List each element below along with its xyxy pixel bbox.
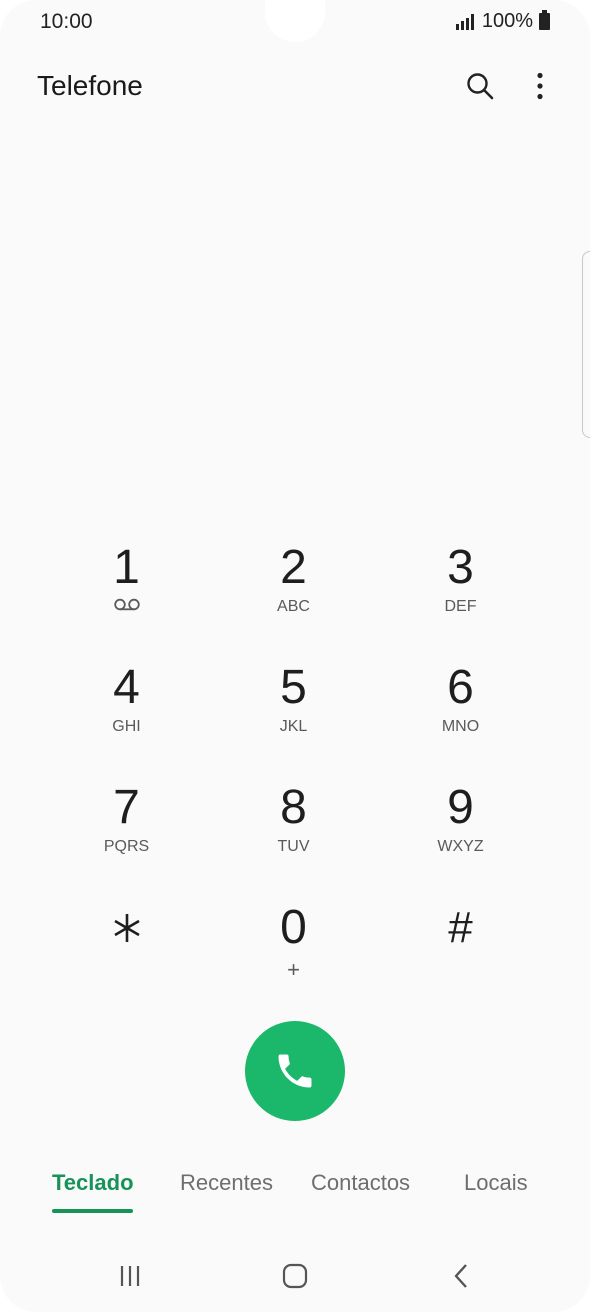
key-digit: 3	[447, 541, 474, 594]
key-digit: 4	[113, 661, 140, 714]
more-options-icon	[537, 72, 543, 100]
key-digit: 6	[447, 661, 474, 714]
key-0[interactable]: 0 +	[210, 900, 377, 1000]
camera-notch	[265, 0, 325, 42]
search-button[interactable]	[460, 66, 500, 106]
key-digit: 2	[280, 541, 307, 594]
edge-panel-handle[interactable]	[582, 251, 590, 438]
key-plus: +	[287, 957, 300, 982]
dial-keypad: 1 2 ABC 3 DEF 4 GHI 5 JKL 6 MNO 7 PQRS 8…	[43, 540, 545, 990]
tab-recentes[interactable]: Recentes	[180, 1170, 273, 1196]
home-button[interactable]	[275, 1260, 315, 1292]
phone-screen: 10:00 100% Telefone 1 2 ABC 3 DEF 4 GHI …	[0, 0, 590, 1312]
key-letters: JKL	[279, 718, 308, 735]
key-hash[interactable]: #	[377, 900, 544, 1000]
signal-icon	[455, 13, 474, 30]
key-letters: PQRS	[103, 838, 150, 855]
asterisk-icon	[113, 914, 140, 942]
key-1[interactable]: 1	[43, 540, 210, 660]
key-6[interactable]: 6 MNO	[377, 660, 544, 780]
key-2[interactable]: 2 ABC	[210, 540, 377, 660]
key-digit: 1	[113, 541, 140, 594]
key-letters: MNO	[441, 718, 480, 735]
key-star[interactable]: *	[43, 900, 210, 1000]
key-digit: 7	[113, 781, 140, 834]
home-icon	[282, 1263, 308, 1289]
battery-icon	[539, 10, 550, 30]
key-digit: 8	[280, 781, 307, 834]
search-icon	[467, 73, 494, 100]
key-3[interactable]: 3 DEF	[377, 540, 544, 660]
recent-apps-button[interactable]	[110, 1260, 150, 1292]
tab-teclado[interactable]: Teclado	[52, 1170, 134, 1196]
status-time: 10:00	[40, 10, 93, 33]
system-nav-bar	[0, 1250, 590, 1300]
tab-locais[interactable]: Locais	[464, 1170, 528, 1196]
key-letters: WXYZ	[437, 838, 484, 855]
key-4[interactable]: 4 GHI	[43, 660, 210, 780]
phone-icon	[278, 1054, 312, 1088]
more-options-button[interactable]	[520, 66, 560, 106]
key-digit: 5	[280, 661, 307, 714]
key-9[interactable]: 9 WXYZ	[377, 780, 544, 900]
back-button[interactable]	[441, 1260, 481, 1292]
recent-apps-icon	[120, 1266, 140, 1286]
page-title: Telefone	[37, 70, 143, 101]
voicemail-icon	[113, 598, 140, 611]
key-letters: DEF	[444, 598, 477, 615]
key-letters: ABC	[277, 598, 310, 615]
call-button[interactable]	[245, 1021, 345, 1121]
key-5[interactable]: 5 JKL	[210, 660, 377, 780]
key-letters: TUV	[277, 838, 310, 855]
key-digit: 9	[447, 781, 474, 834]
status-icons: 100%	[455, 10, 550, 33]
key-7[interactable]: 7 PQRS	[43, 780, 210, 900]
key-8[interactable]: 8 TUV	[210, 780, 377, 900]
key-digit: #	[448, 903, 473, 952]
tab-contactos[interactable]: Contactos	[311, 1170, 410, 1196]
active-tab-indicator	[52, 1209, 133, 1213]
status-bar: 10:00 100%	[0, 0, 590, 48]
key-digit: 0	[280, 901, 307, 954]
battery-percentage: 100%	[481, 10, 533, 32]
key-letters: GHI	[112, 718, 141, 735]
back-icon	[454, 1264, 467, 1288]
